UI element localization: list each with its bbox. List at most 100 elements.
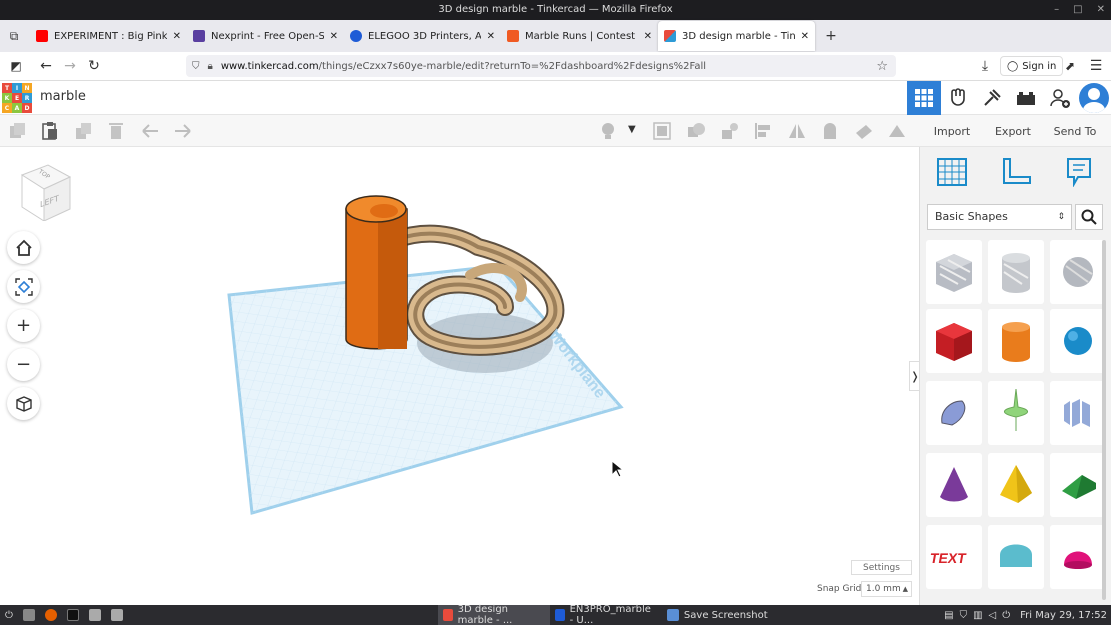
notes-icon[interactable]: [1066, 157, 1092, 190]
bricks-icon[interactable]: [1009, 81, 1043, 115]
lock-icon[interactable]: 🔒︎: [208, 61, 213, 72]
terminal-icon[interactable]: [62, 605, 84, 625]
workplane-tool-icon[interactable]: [854, 121, 874, 141]
download-icon[interactable]: ⤓: [973, 54, 997, 78]
align-icon[interactable]: [753, 121, 773, 141]
import-button[interactable]: Import: [928, 120, 976, 142]
bookmark-star-icon[interactable]: ☆: [876, 59, 888, 74]
shape-roof[interactable]: [1050, 453, 1106, 517]
shape-paraboloid[interactable]: [1050, 525, 1106, 589]
maximize-icon[interactable]: □: [1073, 0, 1082, 20]
chevron-down-icon[interactable]: ▼: [628, 124, 636, 135]
shape-scribble[interactable]: [926, 381, 982, 445]
reload-icon[interactable]: ↻: [82, 54, 106, 78]
clock[interactable]: Fri May 29, 17:52: [1020, 610, 1107, 621]
power-icon[interactable]: ⏻: [0, 605, 18, 625]
shield-icon[interactable]: ⛉: [960, 610, 968, 621]
ruler-icon[interactable]: [887, 121, 907, 141]
shape-sphere[interactable]: [1050, 309, 1106, 373]
sign-in-button[interactable]: ◯ Sign in: [1000, 56, 1064, 76]
send-to-button[interactable]: Send To: [1050, 120, 1100, 142]
tab-nexprint[interactable]: Nexprint - Free Open-Sourc ✕: [187, 21, 344, 51]
minimize-icon[interactable]: –: [1054, 0, 1059, 20]
files-icon[interactable]: [18, 605, 40, 625]
perspective-toggle-button[interactable]: [7, 387, 40, 420]
taskbar-item-cura[interactable]: EN3PRO_marble - U...: [550, 604, 662, 626]
tab-youtube[interactable]: EXPERIMENT : Big Pink Erup ✕: [30, 21, 187, 51]
shape-cylinder[interactable]: [988, 309, 1044, 373]
mirror-icon[interactable]: [787, 121, 807, 141]
close-icon[interactable]: ✕: [1097, 0, 1105, 20]
3d-viewport[interactable]: Workplane TOP LEFT + − ❭ Settings Snap G…: [0, 147, 921, 605]
ungroup-icon[interactable]: [686, 121, 706, 141]
workplane-icon[interactable]: [936, 157, 968, 190]
fit-view-button[interactable]: [7, 270, 40, 303]
tab-close-icon[interactable]: ✕: [330, 31, 338, 42]
shape-generator[interactable]: [988, 381, 1044, 445]
back-icon[interactable]: ←: [34, 54, 58, 78]
zoom-out-button[interactable]: −: [7, 348, 40, 381]
marble-tower[interactable]: [345, 195, 408, 350]
shape-box[interactable]: [926, 309, 982, 373]
view-cube[interactable]: TOP LEFT: [20, 163, 72, 222]
scene-canvas[interactable]: Workplane: [0, 147, 919, 605]
3d-view-grid-icon[interactable]: [907, 81, 941, 115]
volume-icon[interactable]: ◁: [989, 610, 997, 621]
avatar[interactable]: [1077, 81, 1111, 115]
duplicate-icon[interactable]: [73, 121, 93, 141]
tab-close-icon[interactable]: ✕: [173, 31, 181, 42]
circuits-icon[interactable]: [975, 81, 1009, 115]
search-icon[interactable]: [1075, 204, 1103, 230]
shape-cylinder-hole[interactable]: [988, 240, 1044, 304]
redo-icon[interactable]: [173, 121, 193, 141]
taskbar-item-screenshot[interactable]: Save Screenshot: [662, 605, 773, 625]
light-bulb-icon[interactable]: [598, 121, 618, 141]
copy-icon[interactable]: [7, 121, 27, 141]
zoom-in-button[interactable]: +: [7, 309, 40, 342]
shape-box-hole[interactable]: [926, 240, 982, 304]
cruise-icon[interactable]: [720, 121, 740, 141]
add-user-icon[interactable]: [1043, 81, 1077, 115]
forward-icon[interactable]: →: [58, 54, 82, 78]
menu-icon[interactable]: ☰: [1084, 54, 1108, 78]
group-icon[interactable]: [652, 121, 672, 141]
new-tab-icon[interactable]: +: [819, 24, 843, 48]
tab-elegoo[interactable]: ELEGOO 3D Printers, Arduin ✕: [344, 21, 501, 51]
url-bar[interactable]: ⛉ 🔒︎ www.tinkercad.com/things/eCzxx7s60y…: [186, 55, 896, 77]
snap-grid-select[interactable]: 1.0 mm ▲: [861, 581, 912, 597]
shape-sphere-hole[interactable]: [1050, 240, 1106, 304]
network-icon[interactable]: ▥: [973, 610, 982, 621]
power-tray-icon[interactable]: ⏻: [1002, 610, 1010, 621]
tinkercad-logo[interactable]: T I N K E R C A D: [2, 83, 32, 113]
settings-button[interactable]: Settings: [851, 560, 912, 575]
scrollbar[interactable]: [1102, 240, 1106, 600]
blocks-code-icon[interactable]: [941, 81, 975, 115]
ruler-tool-icon[interactable]: [1000, 157, 1032, 190]
taskbar-item-firefox[interactable]: 3D design marble - ...: [437, 604, 550, 626]
tab-close-icon[interactable]: ✕: [644, 31, 652, 42]
folder-icon[interactable]: [106, 605, 128, 625]
delete-icon[interactable]: [106, 121, 126, 141]
mates-icon[interactable]: [820, 121, 840, 141]
clipboard-icon[interactable]: ▤: [944, 610, 953, 621]
tab-close-icon[interactable]: ✕: [487, 31, 495, 42]
tracking-shield-icon[interactable]: ⛉: [192, 61, 200, 72]
folder-icon[interactable]: [84, 605, 106, 625]
undo-icon[interactable]: [140, 121, 160, 141]
shape-category-select[interactable]: Basic Shapes ⇕: [927, 204, 1072, 230]
firefox-icon[interactable]: [40, 605, 62, 625]
home-view-button[interactable]: [7, 231, 40, 264]
shape-cone[interactable]: [926, 453, 982, 517]
extensions-icon[interactable]: ◩: [4, 54, 28, 78]
shape-text[interactable]: TEXT: [926, 525, 982, 589]
paste-icon[interactable]: [40, 121, 60, 141]
export-button[interactable]: Export: [990, 120, 1036, 142]
shape-half-cylinder[interactable]: [988, 525, 1044, 589]
tab-instructables[interactable]: Marble Runs | Contest them ✕: [501, 21, 658, 51]
design-name[interactable]: marble: [40, 89, 86, 104]
tab-list-icon[interactable]: ⧉: [2, 24, 26, 48]
tab-tinkercad[interactable]: 3D design marble - Tinkerca ✕: [658, 21, 815, 51]
shape-pyramid[interactable]: [988, 453, 1044, 517]
tab-close-icon[interactable]: ✕: [801, 31, 809, 42]
extension-icon[interactable]: ⬈: [1058, 54, 1082, 78]
